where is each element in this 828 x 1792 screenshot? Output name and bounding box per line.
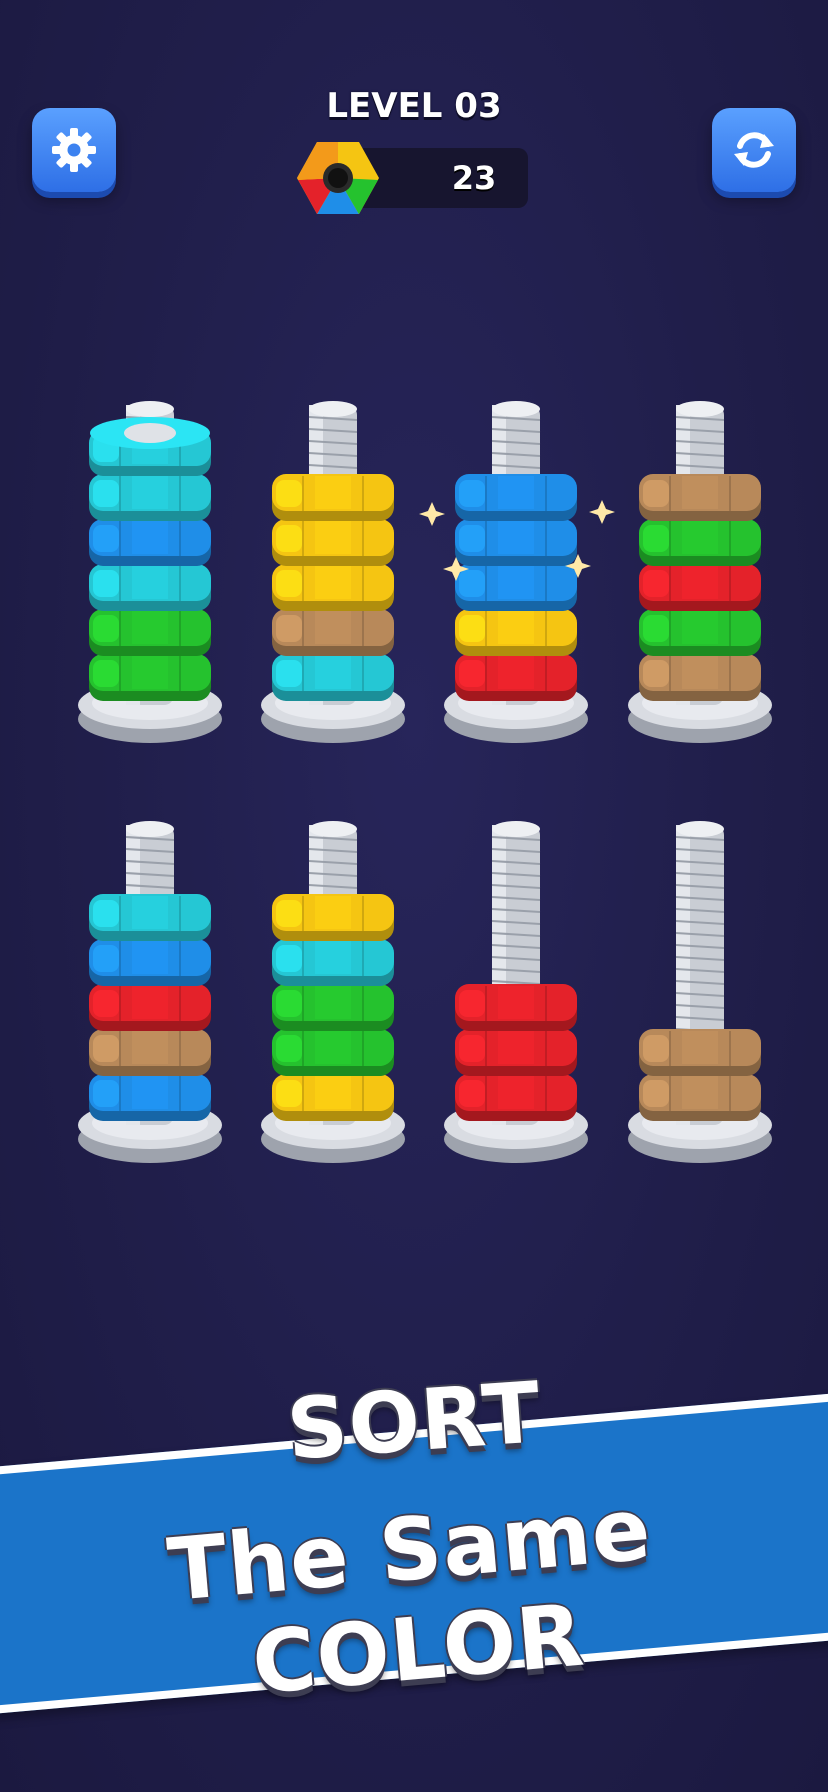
nut[interactable]: [455, 654, 577, 701]
nut[interactable]: [89, 1074, 211, 1121]
nut[interactable]: [639, 1029, 761, 1076]
restart-button[interactable]: [712, 108, 796, 192]
game-screen: LEVEL 03 23 SORT The Same COLOR: [0, 0, 828, 1792]
bolt-post[interactable]: [628, 401, 772, 743]
bolt-post[interactable]: [444, 821, 588, 1163]
rainbow-hex-nut-icon: [297, 142, 379, 214]
refresh-icon: [734, 132, 774, 168]
bolt-post[interactable]: [261, 821, 405, 1163]
nut[interactable]: [639, 564, 761, 611]
moves-count: 23: [451, 159, 497, 197]
bolt-post[interactable]: [419, 401, 615, 743]
nut[interactable]: [455, 1074, 577, 1121]
bolt-post[interactable]: [628, 821, 772, 1163]
bolt-post[interactable]: [78, 821, 222, 1163]
nut[interactable]: [89, 654, 211, 701]
nut[interactable]: [272, 984, 394, 1031]
nut[interactable]: [89, 474, 211, 521]
nut[interactable]: [455, 1029, 577, 1076]
nut[interactable]: [639, 654, 761, 701]
nut[interactable]: [272, 1029, 394, 1076]
nut[interactable]: [89, 894, 211, 941]
nut[interactable]: [272, 894, 394, 941]
nut[interactable]: [639, 609, 761, 656]
level-title: LEVEL 03: [326, 86, 502, 126]
nut[interactable]: [272, 564, 394, 611]
nut[interactable]: [89, 609, 211, 656]
nut[interactable]: [639, 474, 761, 521]
nut[interactable]: [272, 1074, 394, 1121]
nut[interactable]: [272, 609, 394, 656]
nut[interactable]: [639, 1074, 761, 1121]
gear-icon: [52, 128, 96, 172]
nut[interactable]: [455, 984, 577, 1031]
nut[interactable]: [89, 939, 211, 986]
nut[interactable]: [89, 1029, 211, 1076]
nut[interactable]: [272, 519, 394, 566]
nut[interactable]: [455, 519, 577, 566]
bolt-post[interactable]: [261, 401, 405, 743]
bolt-post[interactable]: [78, 401, 222, 743]
nut[interactable]: [639, 519, 761, 566]
nut[interactable]: [455, 564, 577, 611]
nut[interactable]: [272, 939, 394, 986]
nut[interactable]: [89, 519, 211, 566]
nut-top: [90, 417, 210, 449]
nut[interactable]: [89, 564, 211, 611]
nut[interactable]: [455, 609, 577, 656]
nut[interactable]: [455, 474, 577, 521]
nut[interactable]: [272, 654, 394, 701]
nut[interactable]: [272, 474, 394, 521]
nut[interactable]: [89, 984, 211, 1031]
